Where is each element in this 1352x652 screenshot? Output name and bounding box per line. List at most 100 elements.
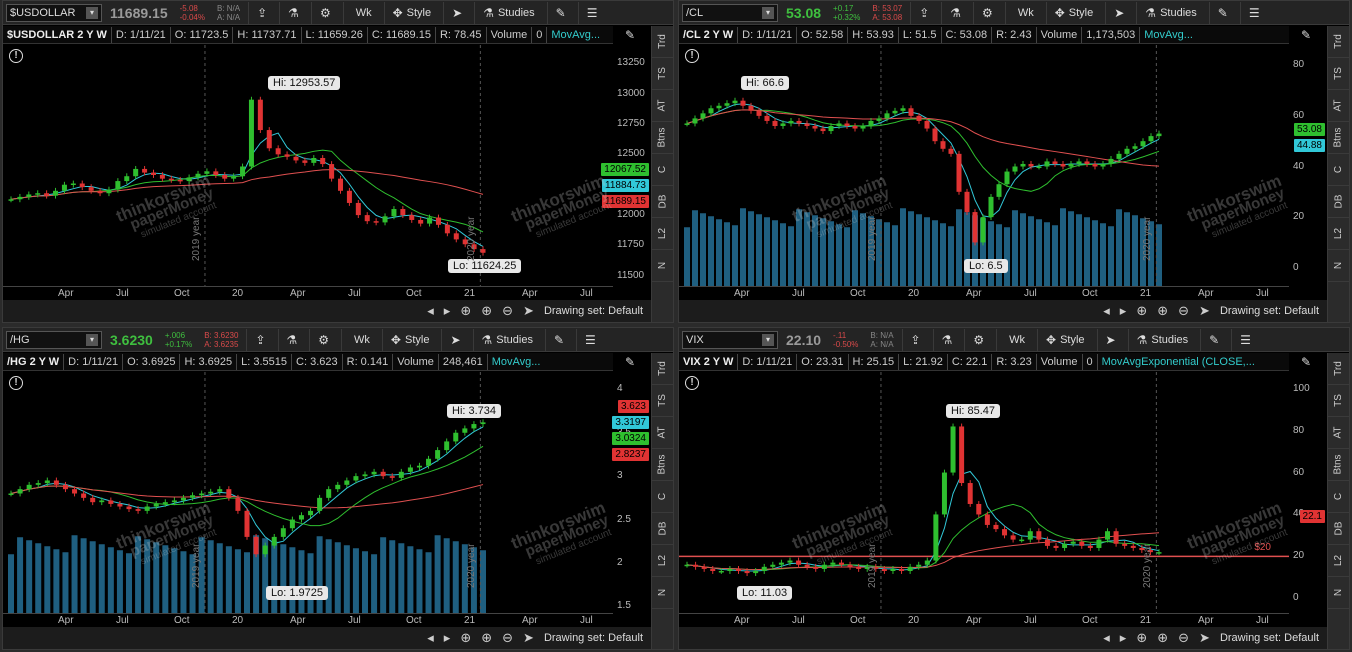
drawing-set-label[interactable]: Drawing set: Default: [1220, 632, 1319, 644]
pointer-icon[interactable]: ➤: [1199, 630, 1210, 646]
left-arrow-icon[interactable]: ◂: [1103, 303, 1110, 319]
zoom-out-icon[interactable]: ⊖: [502, 630, 513, 646]
side-tab-l2[interactable]: L2: [1328, 545, 1349, 577]
studies-button[interactable]: ⚗ Studies: [474, 1, 542, 24]
pointer-icon[interactable]: ➤: [1199, 303, 1210, 319]
gear-button[interactable]: ⚙: [973, 1, 1001, 24]
pointer-icon[interactable]: ➤: [523, 630, 534, 646]
pointer-icon[interactable]: ➤: [523, 303, 534, 319]
share-button[interactable]: ⇪: [901, 328, 929, 351]
side-tab-at[interactable]: AT: [652, 90, 673, 122]
edit-studies-icon[interactable]: ✎: [625, 28, 635, 42]
flask-button[interactable]: ⚗: [941, 1, 969, 24]
study-label[interactable]: MovAvg...: [1140, 27, 1197, 43]
chevron-down-icon[interactable]: ▾: [86, 333, 98, 346]
side-tab-c[interactable]: C: [1328, 481, 1349, 513]
zoom-out-icon[interactable]: ⊖: [1178, 303, 1189, 319]
share-button[interactable]: ⇪: [910, 1, 937, 24]
flask-button[interactable]: ⚗: [932, 328, 961, 351]
cursor-button[interactable]: ➤: [1096, 328, 1124, 351]
left-arrow-icon[interactable]: ◂: [427, 630, 434, 646]
right-arrow-icon[interactable]: ▸: [444, 303, 451, 319]
right-arrow-icon[interactable]: ▸: [1120, 303, 1127, 319]
right-arrow-icon[interactable]: ▸: [444, 630, 451, 646]
side-tab-n[interactable]: N: [652, 250, 673, 282]
crosshair-icon[interactable]: ⊕: [1136, 303, 1147, 319]
style-button[interactable]: ✥ Style: [383, 1, 440, 24]
studies-button[interactable]: ⚗ Studies: [1136, 1, 1204, 24]
menu-button[interactable]: ☰: [1231, 328, 1259, 351]
wk-button[interactable]: Wk: [342, 1, 380, 24]
side-tab-l2[interactable]: L2: [652, 545, 673, 577]
menu-button[interactable]: ☰: [577, 1, 606, 24]
crosshair-icon[interactable]: ⊕: [460, 630, 471, 646]
symbol-selector[interactable]: /HG ▾: [6, 330, 102, 349]
menu-button[interactable]: ☰: [576, 328, 604, 351]
wk-button[interactable]: Wk: [341, 328, 378, 351]
zoom-out-icon[interactable]: ⊖: [502, 303, 513, 319]
zoom-out-icon[interactable]: ⊖: [1178, 630, 1189, 646]
info-icon[interactable]: !: [685, 49, 699, 63]
info-icon[interactable]: !: [9, 49, 23, 63]
side-tab-trd[interactable]: Trd: [1328, 26, 1349, 58]
side-tab-ts[interactable]: TS: [652, 58, 673, 90]
side-tab-btns[interactable]: Btns: [652, 449, 673, 481]
symbol-selector[interactable]: $USDOLLAR ▾: [6, 3, 102, 22]
side-tab-ts[interactable]: TS: [1328, 58, 1349, 90]
wk-button[interactable]: Wk: [996, 328, 1033, 351]
zoom-in-icon[interactable]: ⊕: [1157, 630, 1168, 646]
cursor-button[interactable]: ➤: [1105, 1, 1132, 24]
wk-button[interactable]: Wk: [1004, 1, 1042, 24]
drawing-button[interactable]: ✎: [1208, 1, 1236, 24]
drawing-set-label[interactable]: Drawing set: Default: [544, 632, 643, 644]
side-tab-at[interactable]: AT: [652, 417, 673, 449]
study-label[interactable]: MovAvgExponential (CLOSE,...: [1098, 354, 1259, 370]
study-label[interactable]: MovAvg...: [547, 27, 604, 43]
side-tab-c[interactable]: C: [652, 481, 673, 513]
gear-button[interactable]: ⚙: [309, 328, 337, 351]
crosshair-icon[interactable]: ⊕: [1136, 630, 1147, 646]
right-arrow-icon[interactable]: ▸: [1120, 630, 1127, 646]
side-tab-at[interactable]: AT: [1328, 90, 1349, 122]
style-button[interactable]: ✥ Style: [1045, 1, 1102, 24]
left-arrow-icon[interactable]: ◂: [427, 303, 434, 319]
drawing-set-label[interactable]: Drawing set: Default: [544, 305, 643, 317]
side-tab-db[interactable]: DB: [652, 186, 673, 218]
chevron-down-icon[interactable]: ▾: [762, 6, 774, 19]
drawing-button[interactable]: ✎: [1200, 328, 1227, 351]
flask-button[interactable]: ⚗: [277, 328, 306, 351]
symbol-selector[interactable]: VIX ▾: [682, 330, 778, 349]
flask-button[interactable]: ⚗: [279, 1, 307, 24]
side-tab-db[interactable]: DB: [1328, 513, 1349, 545]
share-button[interactable]: ⇪: [246, 328, 273, 351]
symbol-selector[interactable]: /CL ▾: [682, 3, 778, 22]
side-tab-ts[interactable]: TS: [1328, 385, 1349, 417]
side-tab-c[interactable]: C: [652, 154, 673, 186]
zoom-in-icon[interactable]: ⊕: [481, 630, 492, 646]
edit-studies-icon[interactable]: ✎: [1301, 28, 1311, 42]
side-tab-db[interactable]: DB: [1328, 186, 1349, 218]
side-tab-c[interactable]: C: [1328, 154, 1349, 186]
side-tab-n[interactable]: N: [652, 577, 673, 609]
chevron-down-icon[interactable]: ▾: [762, 333, 774, 346]
side-tab-db[interactable]: DB: [652, 513, 673, 545]
edit-studies-icon[interactable]: ✎: [625, 355, 635, 369]
drawing-set-label[interactable]: Drawing set: Default: [1220, 305, 1319, 317]
cursor-button[interactable]: ➤: [443, 1, 470, 24]
edit-studies-icon[interactable]: ✎: [1301, 355, 1311, 369]
zoom-in-icon[interactable]: ⊕: [481, 303, 492, 319]
gear-button[interactable]: ⚙: [310, 1, 339, 24]
share-button[interactable]: ⇪: [248, 1, 275, 24]
left-arrow-icon[interactable]: ◂: [1103, 630, 1110, 646]
side-tab-btns[interactable]: Btns: [652, 122, 673, 154]
side-tab-l2[interactable]: L2: [1328, 218, 1349, 250]
drawing-button[interactable]: ✎: [544, 328, 572, 351]
info-icon[interactable]: !: [9, 376, 23, 390]
side-tab-trd[interactable]: Trd: [652, 26, 673, 58]
studies-button[interactable]: ⚗ Studies: [472, 328, 541, 351]
zoom-in-icon[interactable]: ⊕: [1157, 303, 1168, 319]
menu-button[interactable]: ☰: [1239, 1, 1268, 24]
chevron-down-icon[interactable]: ▾: [86, 6, 98, 19]
study-label[interactable]: MovAvg...: [488, 354, 545, 370]
drawing-button[interactable]: ✎: [546, 1, 574, 24]
